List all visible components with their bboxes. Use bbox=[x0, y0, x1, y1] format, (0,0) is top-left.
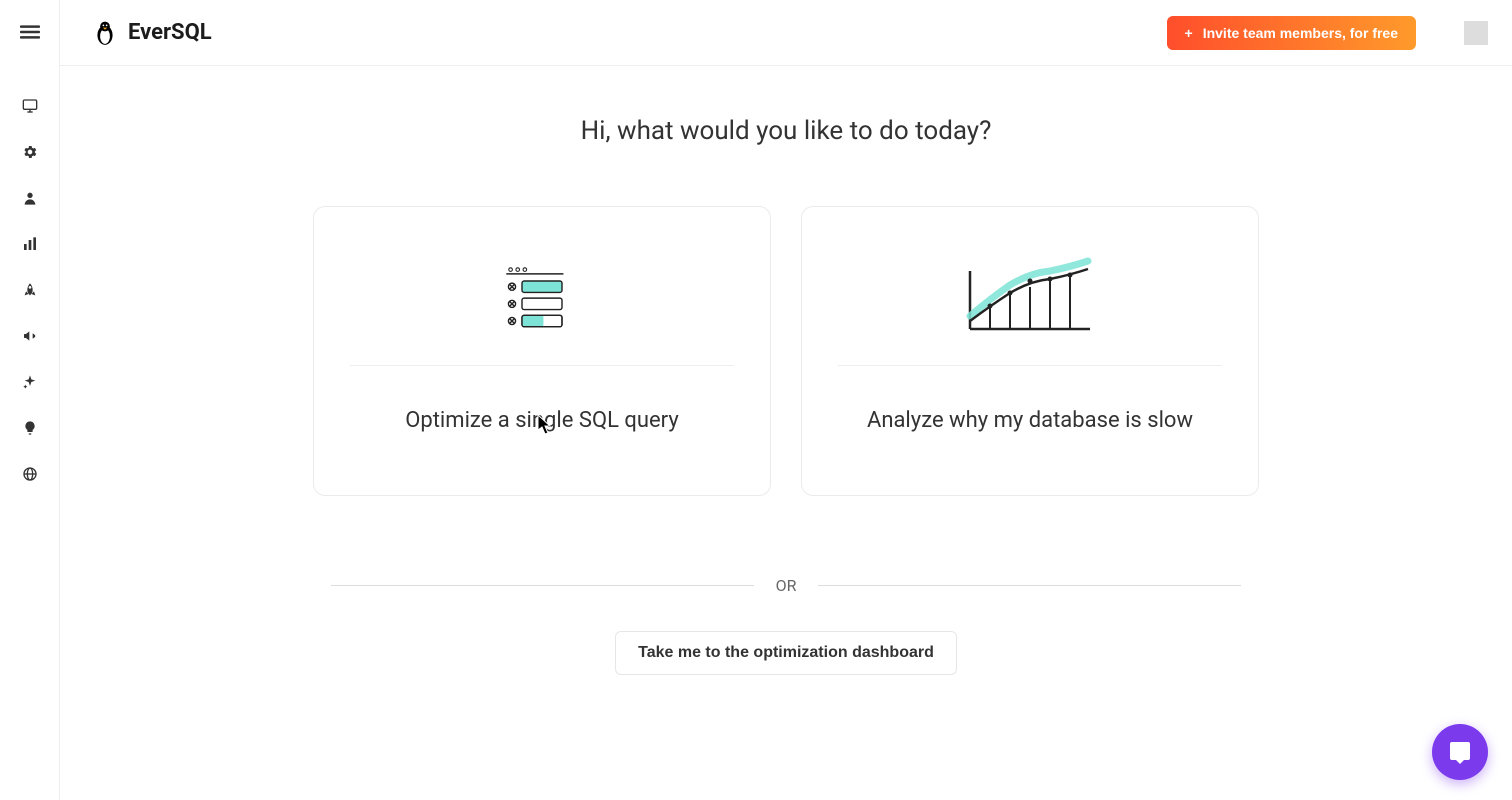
content: Hi, what would you like to do today? bbox=[60, 66, 1512, 800]
logo-text: EverSQL bbox=[128, 20, 212, 45]
invite-label: Invite team members, for free bbox=[1203, 25, 1398, 41]
sidebar bbox=[0, 0, 60, 800]
chat-icon bbox=[1448, 740, 1472, 764]
or-divider: OR bbox=[331, 576, 1241, 595]
card-title: Analyze why my database is slow bbox=[867, 408, 1193, 433]
dashboard-button[interactable]: Take me to the optimization dashboard bbox=[615, 631, 957, 675]
monitor-icon[interactable] bbox=[21, 97, 39, 115]
card-analyze-database[interactable]: Analyze why my database is slow bbox=[801, 206, 1259, 496]
chat-widget-button[interactable] bbox=[1432, 724, 1488, 780]
rocket-icon[interactable] bbox=[21, 281, 39, 299]
cards-container: Optimize a single SQL query bbox=[313, 206, 1259, 496]
line-chart-icon bbox=[960, 251, 1100, 341]
header: EverSQL + Invite team members, for free bbox=[60, 0, 1512, 66]
lightbulb-icon[interactable] bbox=[21, 419, 39, 437]
globe-icon[interactable] bbox=[21, 465, 39, 483]
menu-toggle-icon[interactable] bbox=[20, 22, 40, 47]
plus-icon: + bbox=[1185, 25, 1193, 41]
sparkle-icon[interactable] bbox=[21, 373, 39, 391]
divider-label: OR bbox=[776, 576, 797, 595]
logo[interactable]: EverSQL bbox=[92, 20, 212, 46]
chart-icon[interactable] bbox=[21, 235, 39, 253]
megaphone-icon[interactable] bbox=[21, 327, 39, 345]
user-icon[interactable] bbox=[21, 189, 39, 207]
query-list-icon bbox=[472, 251, 612, 341]
card-optimize-query[interactable]: Optimize a single SQL query bbox=[313, 206, 771, 496]
card-title: Optimize a single SQL query bbox=[405, 408, 679, 433]
greeting: Hi, what would you like to do today? bbox=[581, 116, 992, 146]
gear-icon[interactable] bbox=[21, 143, 39, 161]
invite-button[interactable]: + Invite team members, for free bbox=[1167, 16, 1416, 50]
penguin-icon bbox=[92, 20, 118, 46]
avatar[interactable] bbox=[1464, 21, 1488, 45]
